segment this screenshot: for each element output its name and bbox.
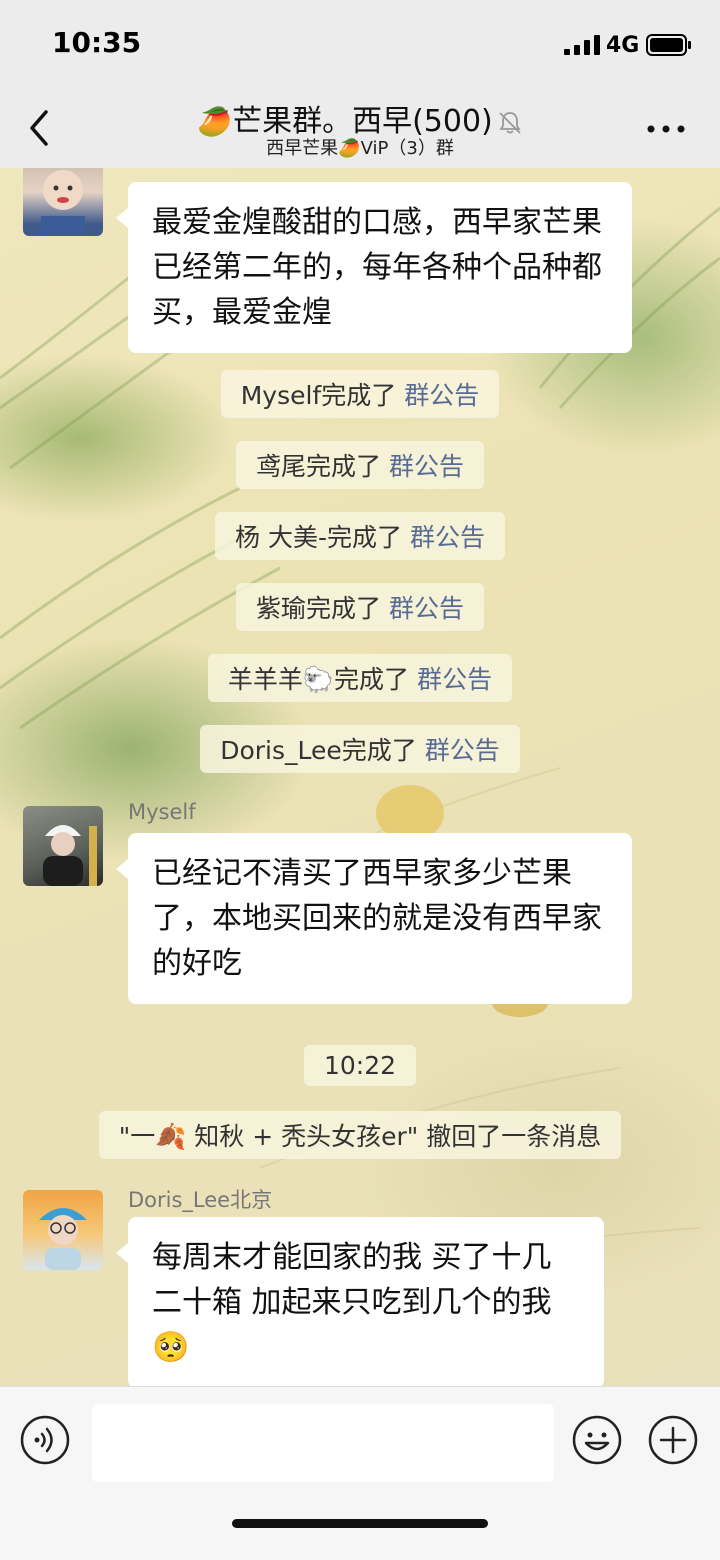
system-notice: 杨 大美-完成了 群公告 — [0, 512, 720, 560]
system-notice: 鸢尾完成了 群公告 — [0, 441, 720, 489]
group-notice-link[interactable]: 群公告 — [410, 523, 485, 552]
group-notice-link[interactable]: 群公告 — [389, 452, 464, 481]
notice-text: Doris_Lee完成了 — [220, 736, 417, 765]
sender-name: Myself — [128, 800, 196, 824]
chat-subtitle: 西早芒果🥭ViP（3）群 — [0, 134, 720, 160]
plus-icon[interactable] — [648, 1415, 698, 1465]
notice-text: Myself完成了 — [240, 381, 397, 410]
system-notice: 羊羊羊🐑完成了 群公告 — [0, 654, 720, 702]
avatar-person-icon — [43, 825, 97, 886]
emoji-icon[interactable] — [572, 1415, 622, 1465]
chat-header: 🥭芒果群。西早(500) 西早芒果🥭ViP（3）群 — [0, 88, 720, 168]
notice-pill: 羊羊羊🐑完成了 群公告 — [207, 654, 513, 702]
signal-icon — [564, 35, 600, 55]
more-icon[interactable] — [646, 124, 686, 134]
system-notice: Doris_Lee完成了 群公告 — [0, 725, 720, 773]
notice-pill: 紫瑜完成了 群公告 — [235, 583, 485, 631]
notice-text: 杨 大美-完成了 — [235, 523, 402, 552]
notice-pill: 鸢尾完成了 群公告 — [235, 441, 485, 489]
avatar[interactable] — [23, 806, 103, 886]
message-input[interactable] — [92, 1404, 554, 1482]
network-label: 4G — [606, 33, 640, 58]
notice-pill: Myself完成了 群公告 — [220, 370, 500, 418]
subtitle-left: 西早芒果 — [266, 138, 339, 159]
group-notice-link[interactable]: 群公告 — [389, 594, 464, 623]
mute-bell-icon — [499, 111, 521, 134]
group-notice-link[interactable]: 群公告 — [404, 381, 479, 410]
timestamp: 10:22 — [0, 1045, 720, 1086]
notice-text: 紫瑜完成了 — [255, 594, 381, 623]
avatar-girl-icon — [39, 1208, 87, 1270]
system-notice: 紫瑜完成了 群公告 — [0, 583, 720, 631]
voice-icon[interactable] — [20, 1415, 70, 1465]
message-text: 每周末才能回家的我 买了十几二十箱 加起来只吃到几个的我🥺 — [152, 1240, 552, 1365]
notice-text: 羊羊羊🐑完成了 — [227, 665, 410, 694]
message-text: 已经记不清买了西早家多少芒果了，本地买回来的就是没有西早家的好吃 — [152, 856, 602, 981]
avatar[interactable] — [23, 168, 103, 236]
subtitle-right: ViP（3）群 — [360, 138, 454, 159]
battery-icon — [646, 34, 691, 56]
avatar[interactable] — [23, 1190, 103, 1270]
input-bar — [0, 1386, 720, 1560]
subtitle-emoji: 🥭 — [338, 138, 361, 159]
avatar-child-icon — [41, 170, 85, 236]
notice-text: 鸢尾完成了 — [255, 452, 381, 481]
recall-notice: "一🍂 知秋 + 秃头女孩er" 撤回了一条消息 — [0, 1111, 720, 1159]
status-bar: 10:35 4G — [0, 0, 720, 88]
message-bubble[interactable]: 最爱金煌酸甜的口感，西早家芒果已经第二年的，每年各种个品种都买，最爱金煌 — [116, 182, 632, 353]
group-notice-link[interactable]: 群公告 — [425, 736, 500, 765]
message-bubble[interactable]: 每周末才能回家的我 买了十几二十箱 加起来只吃到几个的我🥺 — [116, 1217, 604, 1386]
timestamp-pill: 10:22 — [303, 1045, 417, 1086]
message-bubble[interactable]: 已经记不清买了西早家多少芒果了，本地买回来的就是没有西早家的好吃 — [116, 833, 632, 1004]
group-notice-link[interactable]: 群公告 — [417, 665, 492, 694]
status-time: 10:35 — [52, 26, 142, 59]
message-text: 最爱金煌酸甜的口感，西早家芒果已经第二年的，每年各种个品种都买，最爱金煌 — [152, 205, 602, 330]
notice-pill: Doris_Lee完成了 群公告 — [200, 725, 520, 773]
home-indicator — [232, 1519, 488, 1528]
sender-name: Doris_Lee北京 — [128, 1188, 273, 1212]
chat-area[interactable]: 最爱金煌酸甜的口感，西早家芒果已经第二年的，每年各种个品种都买，最爱金煌 Mys… — [0, 168, 720, 1386]
notice-pill: 杨 大美-完成了 群公告 — [215, 512, 505, 560]
recall-text: "一🍂 知秋 + 秃头女孩er" 撤回了一条消息 — [98, 1111, 622, 1159]
system-notice: Myself完成了 群公告 — [0, 370, 720, 418]
